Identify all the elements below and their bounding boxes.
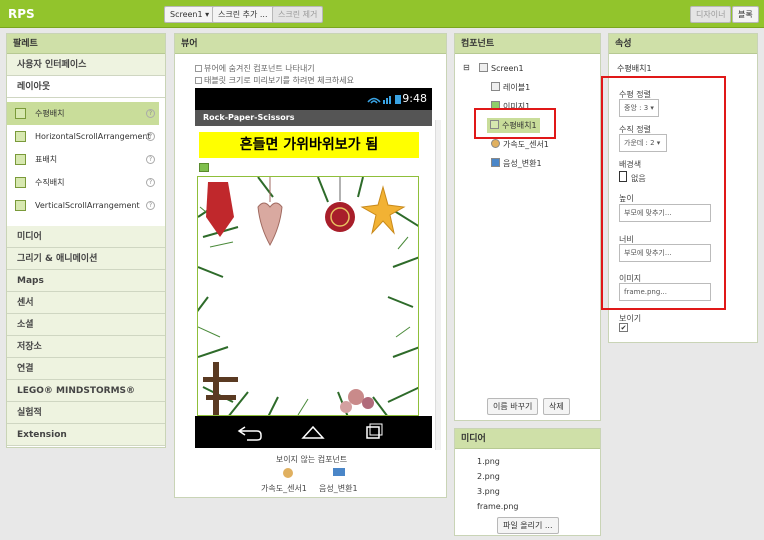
checkbox-box[interactable] [195, 65, 202, 72]
app-bar-title: Rock-Paper-Scissors [195, 110, 432, 126]
vscroll-arrangement-icon [15, 200, 26, 211]
media-panel: 미디어 1.png 2.png 3.png frame.png 파일 올리기 .… [454, 428, 601, 536]
media-title: 미디어 [455, 429, 600, 449]
app-title: RPS [8, 7, 35, 21]
screen-icon [479, 63, 488, 72]
palette-item-label: 표배치 [35, 155, 58, 164]
viewer-title: 뷰어 [175, 34, 446, 54]
media-file[interactable]: 1.png [477, 457, 500, 466]
palette-category-extension[interactable]: Extension [7, 424, 165, 446]
tree-label: 레이블1 [503, 83, 531, 92]
phone-preview: 9:48 Rock-Paper-Scissors 흔들면 가위바위보가 됨 [195, 88, 432, 448]
screen-selector[interactable]: Screen1 ▾ [164, 6, 216, 23]
palette-title: 팔레트 [7, 34, 165, 54]
palette-category-maps[interactable]: Maps [7, 270, 165, 292]
tree-label: 음성_변환1 [503, 159, 542, 168]
christmas-frame-image [198, 177, 418, 415]
palette-panel: 팔레트 사용자 인터페이스 레이아웃 수평배치 ? HorizontalScro… [6, 33, 166, 448]
nonvisible-tts[interactable]: 음성_변환1 [319, 483, 358, 494]
palette-item-label: VerticalScrollArrangement [35, 201, 140, 210]
palette-item-label: 수평배치 [35, 109, 65, 118]
nonvisible-title: 보이지 않는 컴포넌트 [275, 455, 348, 464]
palette-category-sensor[interactable]: 센서 [7, 292, 165, 314]
visible-checkbox[interactable]: ✔ [619, 323, 628, 332]
label-banner[interactable]: 흔들면 가위바위보가 됨 [199, 132, 419, 158]
palette-category-social[interactable]: 소셜 [7, 314, 165, 336]
help-icon[interactable]: ? [146, 178, 155, 187]
top-bar: RPS Screen1 ▾ 스크린 추가 ... 스크린 제거 디자이너 블록 [0, 0, 764, 28]
viewer-panel: 뷰어 뷰어에 숨겨진 컴포넌트 나타내기 태블릿 크기로 미리보기를 하려면 체… [174, 33, 447, 498]
tree-item-screen1[interactable]: Screen1 [479, 63, 524, 73]
palette-item-table[interactable]: 표배치 ? [7, 148, 159, 171]
palette-item-hscroll[interactable]: HorizontalScrollArrangement ? [7, 125, 159, 148]
tree-label: 가속도_센서1 [503, 140, 549, 149]
components-panel: 컴포넌트 ⊟ Screen1 레이블1 이미지1 수평배치1 가속도_센서1 음… [454, 33, 601, 421]
android-nav-bar [195, 416, 432, 448]
tree-item-label1[interactable]: 레이블1 [491, 82, 530, 93]
horizontal-arrangement-icon [15, 108, 26, 119]
palette-category-drawing[interactable]: 그리기 & 애니메이션 [7, 248, 165, 270]
palette-category-connectivity[interactable]: 연결 [7, 358, 165, 380]
show-hidden-label: 뷰어에 숨겨진 컴포넌트 나타내기 [204, 64, 315, 73]
signal-wifi-battery-icon [367, 95, 401, 104]
help-icon[interactable]: ? [146, 201, 155, 210]
media-file[interactable]: 2.png [477, 472, 500, 481]
label-icon [491, 82, 500, 91]
palette-item-vertical[interactable]: 수직배치 ? [7, 171, 159, 194]
screen-canvas[interactable]: 흔들면 가위바위보가 됨 [195, 126, 432, 416]
help-icon[interactable]: ? [146, 155, 155, 164]
delete-button[interactable]: 삭제 [543, 398, 570, 415]
media-file[interactable]: 3.png [477, 487, 500, 496]
designer-button[interactable]: 디자이너 [690, 6, 732, 23]
text-to-speech-icon [333, 468, 345, 476]
palette-category-lego[interactable]: LEGO® MINDSTORMS® [7, 380, 165, 402]
help-icon[interactable]: ? [146, 109, 155, 118]
palette-item-label: 수직배치 [35, 178, 65, 187]
add-screen-button[interactable]: 스크린 추가 ... [212, 6, 274, 23]
palette-category-ui[interactable]: 사용자 인터페이스 [7, 54, 165, 76]
hscroll-arrangement-icon [15, 131, 26, 142]
highlight-component-box [474, 108, 556, 139]
palette-category-layout[interactable]: 레이아웃 [7, 76, 165, 98]
media-file[interactable]: frame.png [477, 502, 519, 511]
accelerometer-icon [283, 468, 293, 478]
tree-item-tts1[interactable]: 음성_변환1 [491, 158, 542, 169]
remove-screen-button[interactable]: 스크린 제거 [272, 6, 324, 23]
table-arrangement-icon [15, 154, 26, 165]
nonvisible-accelerometer[interactable]: 가속도_센서1 [261, 483, 307, 494]
tree-item-accelerometer1[interactable]: 가속도_센서1 [491, 139, 549, 150]
rename-button[interactable]: 이름 바꾸기 [487, 398, 539, 415]
highlight-properties-box [601, 76, 726, 310]
tree-collapse-icon[interactable]: ⊟ [463, 63, 470, 72]
tree-label: Screen1 [491, 64, 524, 73]
horizontal-arrangement-frame[interactable] [197, 176, 419, 416]
help-icon[interactable]: ? [146, 132, 155, 141]
palette-item-horizontal[interactable]: 수평배치 ? [7, 102, 159, 125]
layout-items: 수평배치 ? HorizontalScrollArrangement ? 표배치… [7, 98, 165, 226]
accelerometer-icon [491, 139, 500, 148]
checkbox-box[interactable] [195, 77, 202, 84]
components-title: 컴포넌트 [455, 34, 600, 54]
palette-category-storage[interactable]: 저장소 [7, 336, 165, 358]
status-clock: 9:48 [402, 92, 427, 105]
palette-item-label: HorizontalScrollArrangement [35, 132, 151, 141]
palette-category-media[interactable]: 미디어 [7, 226, 165, 248]
show-hidden-checkbox[interactable]: 뷰어에 숨겨진 컴포넌트 나타내기 [195, 63, 315, 74]
tablet-preview-checkbox[interactable]: 태블릿 크기로 미리보기를 하려면 체크하세요 [195, 75, 354, 86]
properties-component-name: 수평배치1 [617, 64, 652, 73]
upload-file-button[interactable]: 파일 올리기 ... [497, 517, 559, 534]
vertical-arrangement-icon [15, 177, 26, 188]
viewer-scrollbar[interactable] [435, 120, 441, 450]
tablet-preview-label: 태블릿 크기로 미리보기를 하려면 체크하세요 [204, 76, 355, 85]
image-placeholder-icon[interactable] [199, 163, 209, 172]
status-bar: 9:48 [195, 88, 432, 110]
palette-category-experimental[interactable]: 실험적 [7, 402, 165, 424]
palette-item-vscroll[interactable]: VerticalScrollArrangement ? [7, 194, 159, 217]
properties-title: 속성 [609, 34, 757, 54]
text-to-speech-icon [491, 158, 500, 167]
blocks-button[interactable]: 블록 [732, 6, 759, 23]
nav-buttons-icon [237, 423, 383, 441]
